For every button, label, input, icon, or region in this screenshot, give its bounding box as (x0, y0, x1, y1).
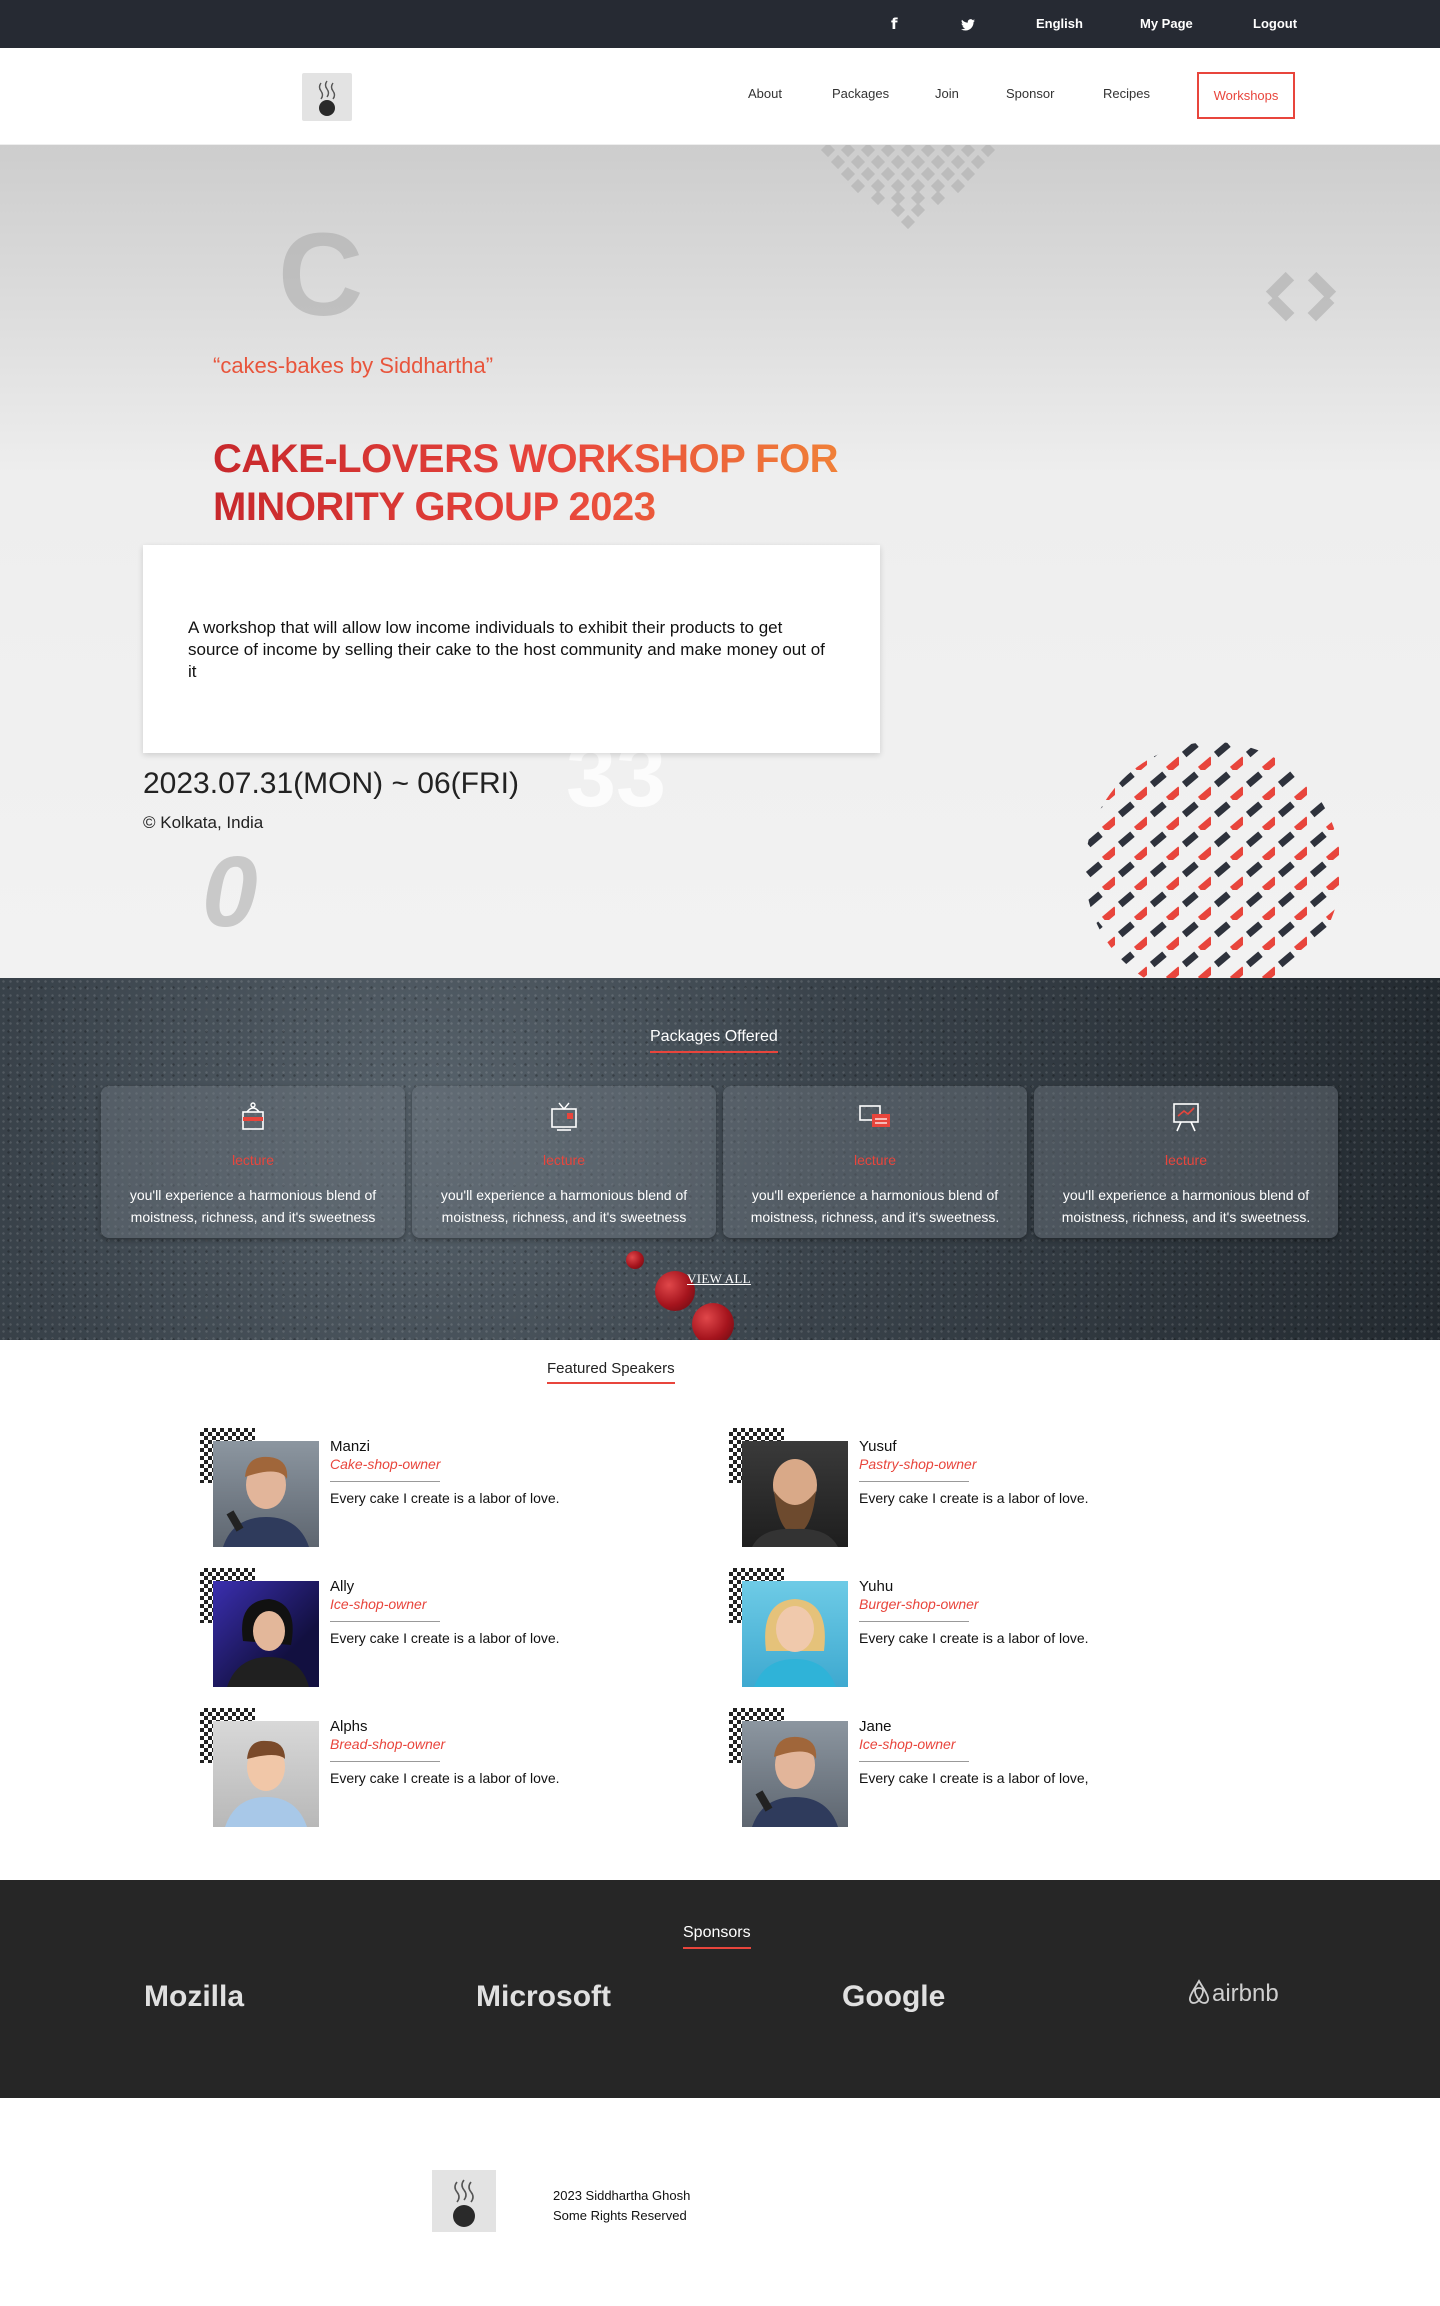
speaker-name: Ally (330, 1578, 355, 1595)
speaker-bio: Every cake I create is a labor of love. (330, 1490, 560, 1506)
language-link[interactable]: English (1036, 0, 1083, 48)
hero-section: C 33 0 “cakes-bakes by Siddhartha” CAKE-… (0, 145, 1440, 978)
speaker-avatar (213, 1441, 319, 1547)
speaker-card[interactable]: Manzi Cake-shop-owner Every cake I creat… (200, 1428, 620, 1558)
hero-title-line1: CAKE-LOVERS WORKSHOP FOR (213, 437, 839, 481)
speaker-card[interactable]: Jane Ice-shop-owner Every cake I create … (729, 1708, 1149, 1838)
cherry-image (626, 1251, 644, 1269)
sponsors-title-text: Sponsors (683, 1924, 751, 1941)
speaker-avatar (213, 1721, 319, 1827)
presentation-icon (1173, 1103, 1199, 1132)
cross-deco-icon (1265, 271, 1337, 322)
sponsor-microsoft[interactable]: Microsoft (476, 1980, 611, 2014)
package-card[interactable]: lecture you'll experience a harmonious b… (1034, 1086, 1338, 1238)
sponsor-airbnb-text: airbnb (1212, 1980, 1279, 2007)
event-date: 2023.07.31(MON) ~ 06(FRI) (143, 767, 519, 800)
facebook-icon[interactable]: f (891, 0, 898, 48)
package-desc: you'll experience a harmonious blend of … (129, 1187, 377, 1225)
ghost-number: 0 (202, 836, 258, 948)
diamond-pattern-icon (820, 145, 996, 230)
speaker-card[interactable]: Ally Ice-shop-owner Every cake I create … (200, 1568, 620, 1698)
packages-section: Packages Offered lecture you'll experien… (0, 978, 1440, 1340)
nav-sponsor[interactable]: Sponsor (1006, 86, 1054, 101)
hero-description: A workshop that will allow low income in… (188, 618, 825, 681)
speaker-card[interactable]: Yusuf Pastry-shop-owner Every cake I cre… (729, 1428, 1149, 1558)
package-card[interactable]: lecture you'll experience a harmonious b… (101, 1086, 405, 1238)
pattern-circle-icon (1085, 742, 1341, 978)
sponsor-google[interactable]: Google (842, 1980, 945, 2014)
package-desc: you'll experience a harmonious blend of … (1061, 1187, 1311, 1225)
screens-icon (859, 1105, 890, 1127)
package-label: lecture (542, 1152, 586, 1168)
nav-recipes[interactable]: Recipes (1103, 86, 1150, 101)
speaker-avatar (742, 1721, 848, 1827)
speaker-bio: Every cake I create is a labor of love. (330, 1770, 560, 1786)
speaker-avatar (213, 1581, 319, 1687)
footer-copyright: 2023 Siddhartha Ghosh (553, 2188, 691, 2203)
speaker-card[interactable]: Alphs Bread-shop-owner Every cake I crea… (200, 1708, 620, 1838)
footer-rights: Some Rights Reserved (553, 2208, 687, 2223)
nav-packages[interactable]: Packages (832, 86, 889, 101)
hero-title-line2: MINORITY GROUP 2023 (213, 485, 656, 529)
package-desc: you'll experience a harmonious blend of … (440, 1187, 688, 1225)
speakers-section: Featured Speakers Manzi Cake-shop-owner … (0, 1340, 1440, 1880)
speaker-name: Jane (859, 1718, 892, 1735)
speaker-role: Bread-shop-owner (330, 1736, 446, 1752)
speaker-bio: Every cake I create is a labor of love, (859, 1770, 1089, 1786)
speaker-name: Manzi (330, 1438, 371, 1455)
package-label: lecture (231, 1152, 275, 1168)
twitter-icon[interactable] (961, 0, 975, 48)
top-bar: f English My Page Logout (0, 0, 1440, 48)
package-label: lecture (853, 1152, 897, 1168)
airbnb-logo-icon (1189, 1979, 1209, 2004)
speaker-role: Ice-shop-owner (859, 1736, 956, 1752)
speaker-name: Alphs (330, 1718, 368, 1735)
nav-workshops-button[interactable]: Workshops (1197, 72, 1295, 119)
speaker-name: Yusuf (859, 1438, 897, 1455)
package-desc: you'll experience a harmonious blend of … (750, 1187, 1000, 1225)
cake-box-icon (242, 1102, 264, 1130)
footer-logo[interactable] (432, 2170, 496, 2232)
tv-icon (551, 1102, 577, 1131)
speaker-avatar (742, 1581, 848, 1687)
sponsors-title: Sponsors (683, 1924, 751, 1949)
package-label: lecture (1164, 1152, 1208, 1168)
speaker-name: Yuhu (859, 1578, 894, 1595)
hero-title: CAKE-LOVERS WORKSHOP FOR MINORITY GROUP … (213, 435, 838, 531)
sponsor-airbnb[interactable]: airbnb (1186, 1978, 1279, 2008)
packages-title: Packages Offered (650, 1028, 778, 1053)
hero-quote: “cakes-bakes by Siddhartha” (213, 353, 494, 378)
speaker-avatar (742, 1441, 848, 1547)
view-all-link[interactable]: VIEW ALL (687, 1271, 751, 1287)
site-footer: 2023 Siddhartha Ghosh Some Rights Reserv… (0, 2098, 1440, 2306)
package-card[interactable]: lecture you'll experience a harmonious b… (412, 1086, 716, 1238)
speaker-role: Burger-shop-owner (859, 1596, 979, 1612)
speakers-title: Featured Speakers (547, 1360, 675, 1384)
speakers-title-text: Featured Speakers (547, 1360, 675, 1377)
event-location: © Kolkata, India (143, 813, 264, 832)
nav-about[interactable]: About (748, 86, 782, 101)
main-nav: About Packages Join Sponsor Recipes Work… (0, 48, 1440, 145)
site-logo[interactable] (302, 73, 352, 121)
sponsors-section: Sponsors Mozilla Microsoft Google airbnb (0, 1880, 1440, 2098)
speaker-card[interactable]: Yuhu Burger-shop-owner Every cake I crea… (729, 1568, 1149, 1698)
speaker-role: Pastry-shop-owner (859, 1456, 977, 1472)
speaker-bio: Every cake I create is a labor of love. (859, 1490, 1089, 1506)
ghost-letter: C (278, 209, 364, 341)
my-page-link[interactable]: My Page (1140, 0, 1193, 48)
logout-link[interactable]: Logout (1253, 0, 1297, 48)
hero-description-card: A workshop that will allow low income in… (143, 545, 880, 753)
packages-title-text: Packages Offered (650, 1028, 778, 1045)
package-card[interactable]: lecture you'll experience a harmonious b… (723, 1086, 1027, 1238)
sponsor-mozilla[interactable]: Mozilla (144, 1980, 244, 2014)
speaker-role: Cake-shop-owner (330, 1456, 441, 1472)
speaker-bio: Every cake I create is a labor of love. (859, 1630, 1089, 1646)
nav-join[interactable]: Join (935, 86, 959, 101)
footer-text: 2023 Siddhartha Ghosh Some Rights Reserv… (553, 2186, 690, 2226)
speaker-bio: Every cake I create is a labor of love. (330, 1630, 560, 1646)
cherry-image (692, 1303, 734, 1340)
speaker-role: Ice-shop-owner (330, 1596, 427, 1612)
